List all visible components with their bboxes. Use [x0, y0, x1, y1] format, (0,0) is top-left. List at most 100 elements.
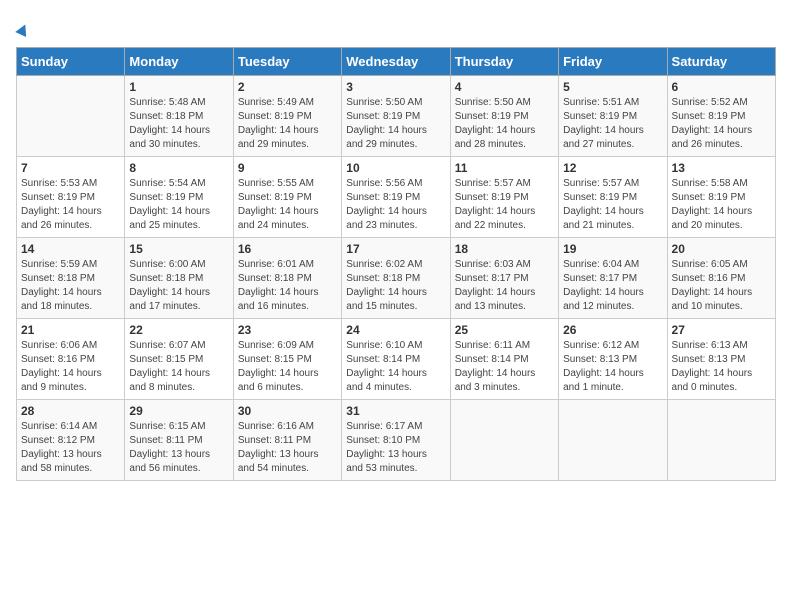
header-day-monday: Monday [125, 48, 233, 76]
calendar-cell: 19 Sunrise: 6:04 AM Sunset: 8:17 PM Dayli… [559, 238, 667, 319]
calendar-cell [17, 76, 125, 157]
calendar-header: SundayMondayTuesdayWednesdayThursdayFrid… [17, 48, 776, 76]
calendar-cell: 26 Sunrise: 6:12 AM Sunset: 8:13 PM Dayli… [559, 319, 667, 400]
day-number: 30 [238, 404, 337, 418]
day-number: 15 [129, 242, 228, 256]
calendar-cell: 5Sunrise: 5:51 AM Sunset: 8:19 PM Daylig… [559, 76, 667, 157]
week-row-3: 14 Sunrise: 5:59 AM Sunset: 8:18 PM Dayli… [17, 238, 776, 319]
header-day-wednesday: Wednesday [342, 48, 450, 76]
calendar-cell: 23 Sunrise: 6:09 AM Sunset: 8:15 PM Dayli… [233, 319, 341, 400]
header-day-sunday: Sunday [17, 48, 125, 76]
day-content: Sunrise: 6:00 AM Sunset: 8:18 PM Dayligh… [129, 258, 228, 314]
day-number: 23 [238, 323, 337, 337]
day-number: 16 [238, 242, 337, 256]
day-number: 1 [129, 80, 228, 94]
header-row: SundayMondayTuesdayWednesdayThursdayFrid… [17, 48, 776, 76]
day-content: Sunrise: 6:05 AM Sunset: 8:16 PM Dayligh… [672, 258, 771, 314]
calendar-cell: 24 Sunrise: 6:10 AM Sunset: 8:14 PM Dayli… [342, 319, 450, 400]
day-number: 8 [129, 161, 228, 175]
day-content: Sunrise: 6:01 AM Sunset: 8:18 PM Dayligh… [238, 258, 337, 314]
day-content: Sunrise: 5:50 AM Sunset: 8:19 PM Dayligh… [346, 96, 445, 152]
week-row-1: 1 Sunrise: 5:48 AM Sunset: 8:18 PM Daylig… [17, 76, 776, 157]
calendar-cell: 17 Sunrise: 6:02 AM Sunset: 8:18 PM Dayli… [342, 238, 450, 319]
day-number: 18 [455, 242, 554, 256]
day-number: 24 [346, 323, 445, 337]
day-content: Sunrise: 5:53 AM Sunset: 8:19 PM Dayligh… [21, 177, 120, 233]
calendar-cell: 21 Sunrise: 6:06 AM Sunset: 8:16 PM Dayli… [17, 319, 125, 400]
day-content: Sunrise: 5:57 AM Sunset: 8:19 PM Dayligh… [563, 177, 662, 233]
calendar-cell: 10 Sunrise: 5:56 AM Sunset: 8:19 PM Dayli… [342, 157, 450, 238]
day-content: Sunrise: 5:59 AM Sunset: 8:18 PM Dayligh… [21, 258, 120, 314]
day-content: Sunrise: 6:04 AM Sunset: 8:17 PM Dayligh… [563, 258, 662, 314]
header-day-tuesday: Tuesday [233, 48, 341, 76]
calendar-cell [559, 400, 667, 481]
day-content: Sunrise: 6:07 AM Sunset: 8:15 PM Dayligh… [129, 339, 228, 395]
day-number: 12 [563, 161, 662, 175]
day-content: Sunrise: 5:54 AM Sunset: 8:19 PM Dayligh… [129, 177, 228, 233]
day-content: Sunrise: 6:13 AM Sunset: 8:13 PM Dayligh… [672, 339, 771, 395]
day-content: Sunrise: 6:12 AM Sunset: 8:13 PM Dayligh… [563, 339, 662, 395]
calendar-table: SundayMondayTuesdayWednesdayThursdayFrid… [16, 47, 776, 481]
day-content: Sunrise: 6:09 AM Sunset: 8:15 PM Dayligh… [238, 339, 337, 395]
calendar-cell: 1 Sunrise: 5:48 AM Sunset: 8:18 PM Daylig… [125, 76, 233, 157]
calendar-cell: 3 Sunrise: 5:50 AM Sunset: 8:19 PM Daylig… [342, 76, 450, 157]
day-content: Sunrise: 6:03 AM Sunset: 8:17 PM Dayligh… [455, 258, 554, 314]
day-number: 21 [21, 323, 120, 337]
calendar-cell: 6 Sunrise: 5:52 AM Sunset: 8:19 PM Daylig… [667, 76, 775, 157]
day-content: Sunrise: 5:49 AM Sunset: 8:19 PM Dayligh… [238, 96, 337, 152]
day-content: Sunrise: 6:02 AM Sunset: 8:18 PM Dayligh… [346, 258, 445, 314]
logo-triangle-icon [15, 22, 31, 37]
header-day-thursday: Thursday [450, 48, 558, 76]
day-content: Sunrise: 5:50 AM Sunset: 8:19 PM Dayligh… [455, 96, 554, 152]
calendar-cell: 13Sunrise: 5:58 AM Sunset: 8:19 PM Dayli… [667, 157, 775, 238]
day-content: Sunrise: 5:52 AM Sunset: 8:19 PM Dayligh… [672, 96, 771, 152]
calendar-cell: 28Sunrise: 6:14 AM Sunset: 8:12 PM Dayli… [17, 400, 125, 481]
day-number: 28 [21, 404, 120, 418]
day-content: Sunrise: 5:55 AM Sunset: 8:19 PM Dayligh… [238, 177, 337, 233]
calendar-cell: 25Sunrise: 6:11 AM Sunset: 8:14 PM Dayli… [450, 319, 558, 400]
day-number: 31 [346, 404, 445, 418]
day-content: Sunrise: 6:10 AM Sunset: 8:14 PM Dayligh… [346, 339, 445, 395]
calendar-cell: 8 Sunrise: 5:54 AM Sunset: 8:19 PM Daylig… [125, 157, 233, 238]
day-content: Sunrise: 5:57 AM Sunset: 8:19 PM Dayligh… [455, 177, 554, 233]
week-row-2: 7Sunrise: 5:53 AM Sunset: 8:19 PM Daylig… [17, 157, 776, 238]
logo [16, 16, 29, 39]
calendar-cell: 18 Sunrise: 6:03 AM Sunset: 8:17 PM Dayli… [450, 238, 558, 319]
day-number: 2 [238, 80, 337, 94]
day-number: 25 [455, 323, 554, 337]
calendar-cell: 7Sunrise: 5:53 AM Sunset: 8:19 PM Daylig… [17, 157, 125, 238]
day-content: Sunrise: 5:56 AM Sunset: 8:19 PM Dayligh… [346, 177, 445, 233]
day-number: 19 [563, 242, 662, 256]
calendar-cell: 27 Sunrise: 6:13 AM Sunset: 8:13 PM Dayli… [667, 319, 775, 400]
day-number: 27 [672, 323, 771, 337]
calendar-cell [450, 400, 558, 481]
week-row-5: 28Sunrise: 6:14 AM Sunset: 8:12 PM Dayli… [17, 400, 776, 481]
day-number: 10 [346, 161, 445, 175]
day-number: 26 [563, 323, 662, 337]
day-number: 9 [238, 161, 337, 175]
day-number: 17 [346, 242, 445, 256]
day-number: 3 [346, 80, 445, 94]
day-content: Sunrise: 6:15 AM Sunset: 8:11 PM Dayligh… [129, 420, 228, 476]
day-content: Sunrise: 5:58 AM Sunset: 8:19 PM Dayligh… [672, 177, 771, 233]
page-header [16, 16, 776, 39]
calendar-cell: 31Sunrise: 6:17 AM Sunset: 8:10 PM Dayli… [342, 400, 450, 481]
day-number: 22 [129, 323, 228, 337]
calendar-cell [667, 400, 775, 481]
day-content: Sunrise: 6:06 AM Sunset: 8:16 PM Dayligh… [21, 339, 120, 395]
calendar-cell: 20Sunrise: 6:05 AM Sunset: 8:16 PM Dayli… [667, 238, 775, 319]
calendar-body: 1 Sunrise: 5:48 AM Sunset: 8:18 PM Daylig… [17, 76, 776, 481]
calendar-cell: 2 Sunrise: 5:49 AM Sunset: 8:19 PM Daylig… [233, 76, 341, 157]
calendar-cell: 29Sunrise: 6:15 AM Sunset: 8:11 PM Dayli… [125, 400, 233, 481]
calendar-cell: 12 Sunrise: 5:57 AM Sunset: 8:19 PM Dayli… [559, 157, 667, 238]
calendar-cell: 4Sunrise: 5:50 AM Sunset: 8:19 PM Daylig… [450, 76, 558, 157]
header-day-friday: Friday [559, 48, 667, 76]
day-number: 14 [21, 242, 120, 256]
day-content: Sunrise: 6:16 AM Sunset: 8:11 PM Dayligh… [238, 420, 337, 476]
calendar-cell: 11 Sunrise: 5:57 AM Sunset: 8:19 PM Dayli… [450, 157, 558, 238]
day-number: 5 [563, 80, 662, 94]
day-number: 11 [455, 161, 554, 175]
header-day-saturday: Saturday [667, 48, 775, 76]
day-content: Sunrise: 5:48 AM Sunset: 8:18 PM Dayligh… [129, 96, 228, 152]
day-number: 6 [672, 80, 771, 94]
